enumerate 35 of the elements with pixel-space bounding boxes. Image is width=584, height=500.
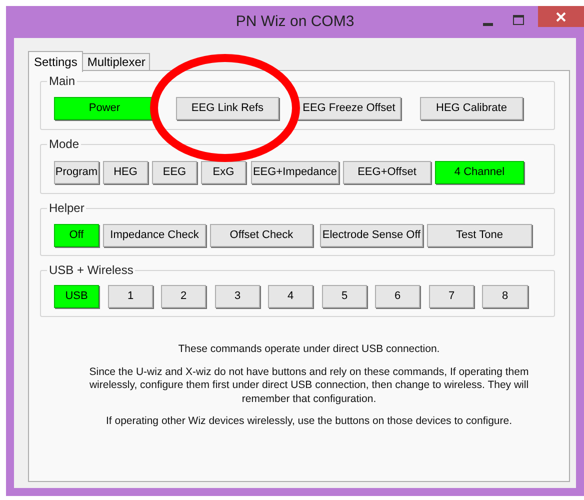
- command-button[interactable]: Program: [54, 160, 99, 184]
- command-button[interactable]: HEG: [103, 160, 148, 184]
- command-button[interactable]: 8: [482, 285, 528, 308]
- command-button[interactable]: EEG+Impedance: [251, 160, 339, 184]
- close-button[interactable]: [538, 6, 584, 27]
- command-button[interactable]: 7: [429, 285, 474, 308]
- command-button[interactable]: Offset Check: [210, 224, 313, 246]
- command-button[interactable]: 6: [375, 285, 420, 308]
- tab[interactable]: Multiplexer: [82, 53, 150, 71]
- group-label: Helper: [47, 200, 86, 216]
- command-button[interactable]: USB: [54, 285, 99, 308]
- command-button[interactable]: 3: [215, 285, 260, 308]
- maximize-icon[interactable]: [513, 15, 524, 25]
- command-button[interactable]: EEG+Offset: [343, 160, 431, 184]
- command-button[interactable]: 4 Channel: [435, 160, 524, 184]
- window-title: PN Wiz on COM3: [236, 12, 354, 32]
- close-icon: [556, 12, 566, 22]
- command-button[interactable]: 1: [108, 285, 153, 308]
- command-button[interactable]: EEG Link Refs: [176, 97, 279, 120]
- command-button[interactable]: 4: [268, 285, 313, 308]
- command-button[interactable]: Off: [54, 224, 99, 246]
- command-button[interactable]: ExG: [201, 160, 246, 184]
- command-button[interactable]: Electrode Sense Off: [320, 224, 423, 246]
- note-text: If operating other Wiz devices wirelessly, use the buttons on those devices to configure.: [104, 415, 514, 428]
- command-button[interactable]: EEG Freeze Offset: [297, 97, 401, 120]
- tab[interactable]: Settings: [28, 51, 84, 72]
- command-button[interactable]: Impedance Check: [103, 224, 206, 246]
- command-button[interactable]: 2: [161, 285, 206, 308]
- command-button[interactable]: 5: [322, 285, 367, 308]
- command-button[interactable]: HEG Calibrate: [420, 97, 523, 120]
- note-text: Since the U-wiz and X-wiz do not have buttons and rely on these commands, If operating them wirelessly, configure them first under direct USB connection, then change to wireless. They will remember that configuration.: [89, 366, 529, 406]
- command-button[interactable]: Test Tone: [427, 224, 532, 246]
- command-button[interactable]: EEG: [152, 160, 197, 184]
- note-text: These commands operate under direct USB connection.: [177, 343, 441, 356]
- command-button[interactable]: Power: [54, 97, 155, 120]
